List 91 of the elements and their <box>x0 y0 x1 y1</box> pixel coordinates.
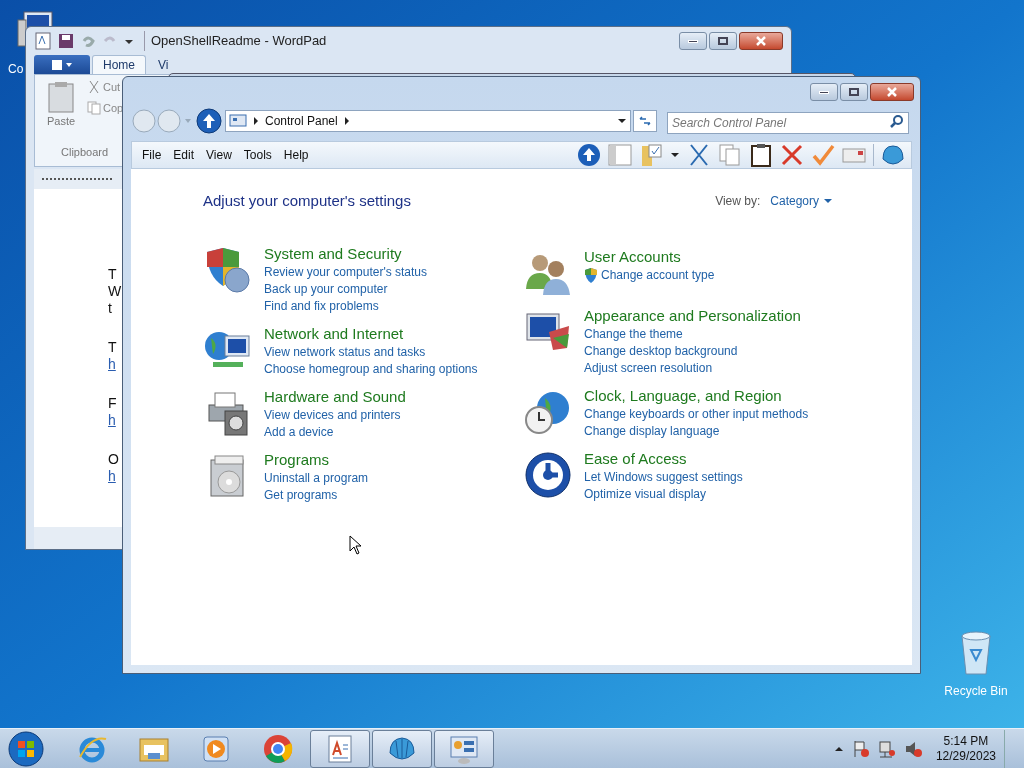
refresh-icon <box>638 115 652 127</box>
category-link[interactable]: Change keyboards or other input methods <box>584 405 809 423</box>
scissors-icon[interactable] <box>687 143 711 167</box>
search-field[interactable]: Search Control Panel <box>667 112 909 134</box>
copy-label[interactable]: Cop <box>103 99 124 116</box>
caret-icon[interactable] <box>670 150 680 160</box>
paste-label[interactable]: Paste <box>46 113 76 130</box>
taskbar-button[interactable] <box>434 729 494 768</box>
window-title: OpenShellReadme - WordPad <box>144 31 327 51</box>
checkmark-icon[interactable] <box>811 143 835 167</box>
delete-icon[interactable] <box>780 143 804 167</box>
chevron-right-icon <box>253 117 259 125</box>
category-link[interactable]: Review your computer's status <box>264 263 428 281</box>
scissors-icon[interactable] <box>87 80 101 95</box>
category-link[interactable]: Get programs <box>264 486 338 504</box>
page-heading: Adjust your computer's settings <box>203 191 411 211</box>
ease-of-access-icon <box>523 450 573 499</box>
shell-icon[interactable] <box>881 143 905 167</box>
category-link[interactable]: Change display language <box>584 422 720 440</box>
maximize-button[interactable] <box>840 83 868 101</box>
document-link[interactable]: h <box>108 412 117 429</box>
view-by-label: View by: <box>715 193 761 211</box>
category-link[interactable]: Adjust screen resolution <box>584 359 713 377</box>
category-link[interactable]: Add a device <box>264 423 334 441</box>
address-bar[interactable]: Control Panel <box>225 110 631 132</box>
mouse-pointer-icon <box>349 534 363 555</box>
refresh-button[interactable] <box>633 110 657 132</box>
search-icon[interactable] <box>890 114 904 128</box>
application-menu-button[interactable] <box>34 55 90 74</box>
taskbar-button[interactable] <box>372 729 432 768</box>
desktop-icon-label[interactable]: Co <box>8 60 24 78</box>
shield-icon <box>584 267 598 283</box>
folder-check-icon[interactable] <box>639 143 663 167</box>
menu-item[interactable]: Tools <box>237 146 278 164</box>
category-title[interactable]: Hardware and Sound <box>264 386 406 407</box>
category-link[interactable]: Change desktop background <box>584 342 738 360</box>
cut-label[interactable]: Cut <box>103 79 121 96</box>
network-icon[interactable] <box>877 739 896 758</box>
category-title[interactable]: System and Security <box>264 243 402 264</box>
menu-item[interactable]: File <box>136 146 168 164</box>
browser-circle-icon <box>262 732 294 765</box>
ribbon-tab[interactable]: Home <box>92 55 146 74</box>
document-link[interactable]: h <box>108 356 117 373</box>
menu-item[interactable]: Help <box>277 146 315 164</box>
document-text: T <box>108 266 118 283</box>
category-link[interactable]: Find and fix problems <box>264 297 379 315</box>
category-link[interactable]: Uninstall a program <box>264 469 369 487</box>
category-link[interactable]: Change the theme <box>584 325 683 343</box>
clock-date[interactable]: 12/29/2023 <box>935 748 996 764</box>
document-text: T <box>108 339 117 356</box>
close-button[interactable] <box>739 32 783 50</box>
close-icon <box>755 36 767 46</box>
close-icon <box>886 87 898 97</box>
category-link[interactable]: Back up your computer <box>264 280 388 298</box>
category-title[interactable]: Appearance and Personalization <box>584 305 801 326</box>
dropdown-caret-icon[interactable] <box>617 117 627 125</box>
menu-icon <box>51 58 73 71</box>
document-text: t <box>108 300 113 317</box>
flag-icon[interactable] <box>851 739 870 758</box>
category-link[interactable]: View network status and tasks <box>264 343 426 361</box>
document-text: O <box>108 451 119 468</box>
save-icon[interactable] <box>58 33 74 49</box>
view-by-dropdown[interactable]: Category <box>770 192 832 211</box>
maximize-button[interactable] <box>709 32 737 50</box>
ribbon-group-label: Clipboard <box>61 144 109 160</box>
taskbar-button[interactable] <box>310 729 370 768</box>
document-text: W <box>108 283 122 300</box>
clock-time[interactable]: 5:14 PM <box>943 733 989 749</box>
category-link[interactable]: Choose homegroup and sharing options <box>264 360 478 378</box>
chevron-right-icon[interactable] <box>343 117 350 125</box>
control-panel-icon <box>229 114 247 128</box>
category-title[interactable]: Programs <box>264 449 330 470</box>
speaker-muted-icon[interactable] <box>903 739 922 758</box>
clipboard-icon[interactable] <box>749 143 773 167</box>
menu-item[interactable]: Edit <box>167 146 201 164</box>
document-text: F <box>108 395 117 412</box>
caret-icon <box>824 198 832 205</box>
close-button[interactable] <box>870 83 914 101</box>
menu-item[interactable]: View <box>200 146 238 164</box>
category-title[interactable]: Network and Internet <box>264 323 404 344</box>
category-link[interactable]: Change account type <box>584 266 715 284</box>
document-link[interactable]: h <box>108 468 119 485</box>
category-title[interactable]: Ease of Access <box>584 448 687 469</box>
category-link[interactable]: View devices and printers <box>264 406 401 424</box>
category-link[interactable]: Let Windows suggest settings <box>584 468 743 486</box>
wordpad-icon[interactable] <box>34 32 52 50</box>
category-title[interactable]: User Accounts <box>584 246 681 267</box>
breadcrumb-item[interactable]: Control Panel <box>265 112 338 130</box>
category-link[interactable]: Optimize visual display <box>584 485 707 503</box>
ribbon-tab[interactable]: Vi <box>148 55 179 74</box>
category-title[interactable]: Clock, Language, and Region <box>584 385 782 406</box>
